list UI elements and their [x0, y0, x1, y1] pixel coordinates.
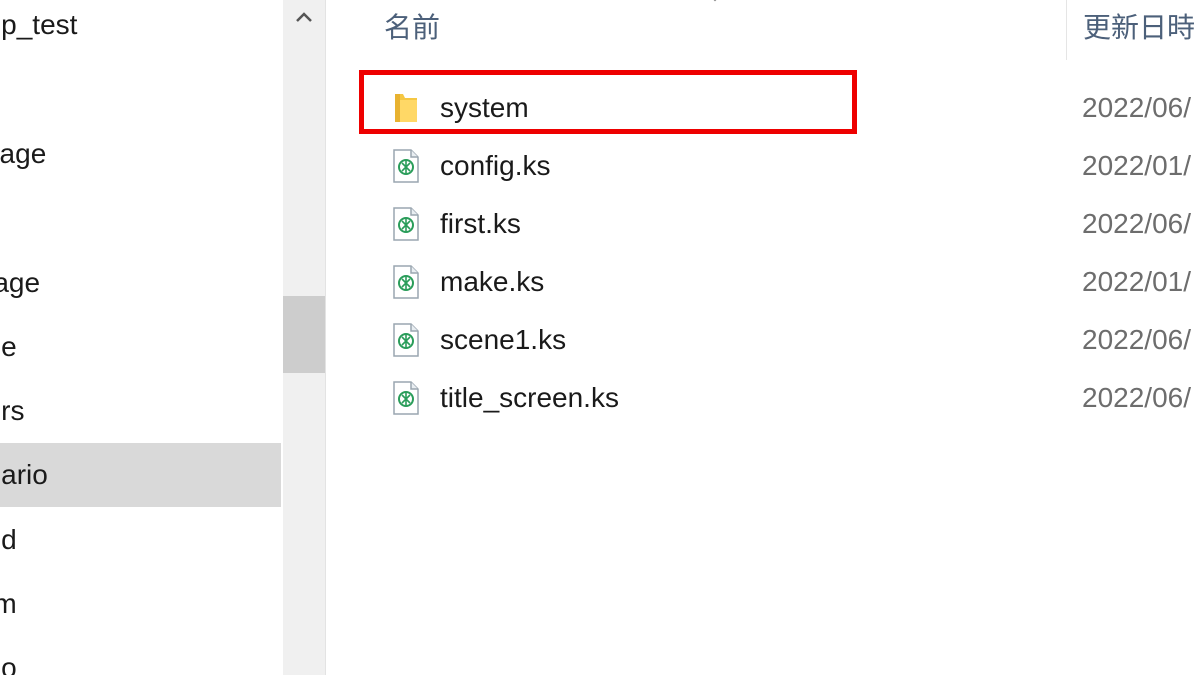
nav-item-label: und [0, 524, 17, 555]
nav-item[interactable]: m [0, 186, 281, 250]
nav-item[interactable]: mage [0, 251, 281, 315]
nav-item-selected[interactable]: enario [0, 443, 281, 507]
nav-item[interactable]: _up_test [0, 0, 281, 57]
nav-item[interactable] [0, 57, 281, 121]
file-name: config.ks [440, 150, 551, 181]
ks-file-icon [393, 149, 419, 183]
file-row[interactable]: first.ks 2022/06/ [360, 196, 1200, 252]
file-name: title_screen.ks [440, 382, 619, 413]
nav-scrollbar[interactable] [283, 0, 325, 675]
file-name: system [440, 92, 529, 123]
nav-item-label: age [0, 331, 17, 362]
navigation-pane: _up_test image m mage age hers enario un… [0, 0, 283, 675]
file-row[interactable]: config.ks 2022/01/ [360, 138, 1200, 194]
ks-file-icon [393, 381, 419, 415]
file-date: 2022/06/ [1082, 382, 1191, 413]
scroll-up-button[interactable] [283, 0, 325, 34]
ks-file-icon [393, 265, 419, 299]
nav-item-label: enario [0, 459, 48, 490]
ks-file-icon [393, 207, 419, 241]
pane-divider[interactable] [325, 0, 334, 675]
folder-icon [395, 94, 417, 122]
file-row[interactable]: scene1.ks 2022/06/ [360, 312, 1200, 368]
column-header-date[interactable]: 更新日時 [1083, 10, 1195, 46]
column-header-name[interactable]: 名前 [384, 10, 440, 46]
file-date: 2022/06/ [1082, 208, 1191, 239]
file-name: first.ks [440, 208, 521, 239]
nav-item[interactable]: image [0, 122, 281, 186]
nav-item[interactable]: tem [0, 572, 281, 636]
chevron-up-icon [296, 12, 312, 22]
file-name: make.ks [440, 266, 545, 297]
nav-item-label: image [0, 138, 47, 169]
file-date: 2022/06/ [1082, 324, 1191, 355]
file-date: 2022/01/ [1082, 150, 1191, 181]
nav-item[interactable]: hers [0, 379, 281, 443]
ks-file-icon [393, 323, 419, 357]
file-row[interactable]: title_screen.ks 2022/06/ [360, 370, 1200, 426]
nav-item-label: hers [0, 395, 25, 426]
file-name: scene1.ks [440, 324, 567, 355]
column-divider[interactable] [1066, 0, 1067, 60]
nav-item-label: mage [0, 267, 41, 298]
file-row-folder[interactable]: system 2022/06/ [360, 80, 1200, 136]
nav-item-label: _up_test [0, 9, 78, 40]
file-row[interactable]: make.ks 2022/01/ [360, 254, 1200, 310]
nav-item[interactable]: age [0, 315, 281, 379]
nav-item[interactable]: deo [0, 636, 281, 675]
scroll-thumb[interactable] [283, 296, 325, 373]
nav-item-label: tem [0, 588, 17, 619]
file-date: 2022/01/ [1082, 266, 1191, 297]
nav-item-label: deo [0, 652, 17, 675]
file-date: 2022/06/ [1082, 92, 1191, 123]
nav-item[interactable]: und [0, 508, 281, 572]
sort-caret-icon [713, 0, 717, 2]
